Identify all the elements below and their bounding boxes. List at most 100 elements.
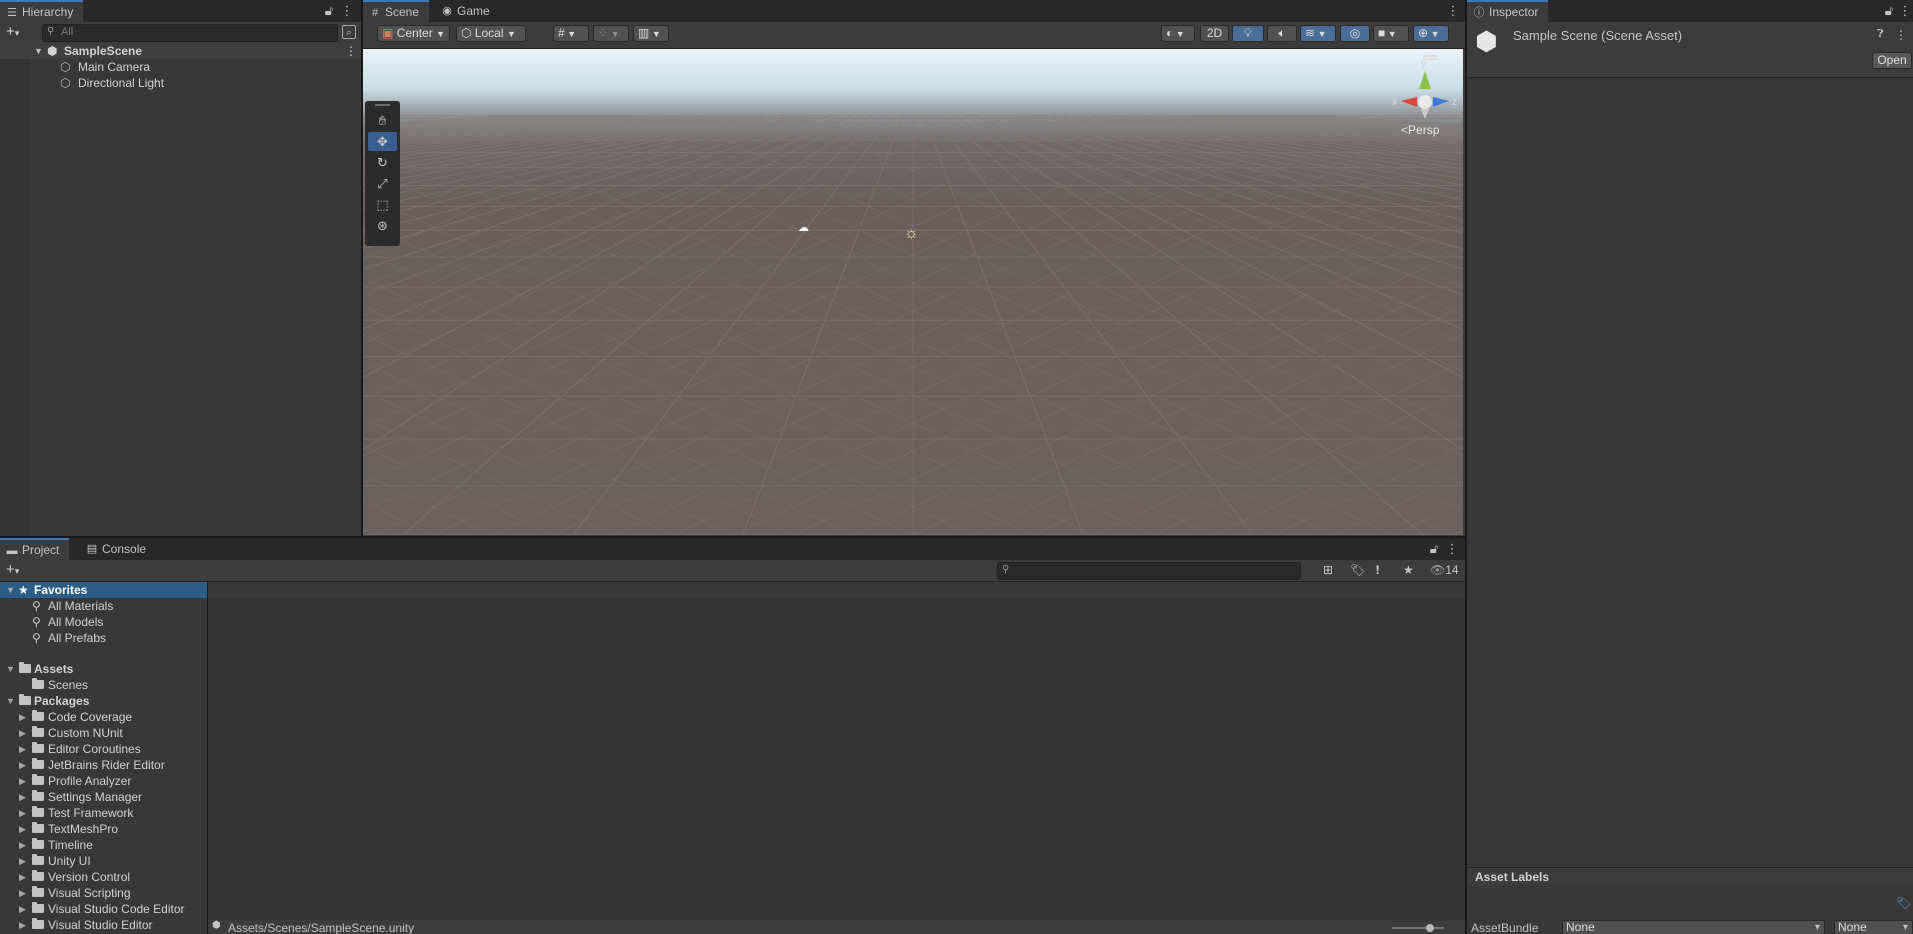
scene-menu-icon[interactable]: ⋮ [345,43,357,59]
expand-arrow-icon[interactable]: ▶ [19,837,26,853]
expand-arrow-icon[interactable]: ▶ [19,821,26,837]
expand-arrow-icon[interactable]: ▶ [19,741,26,757]
favorite-star-icon[interactable]: ★ [1403,563,1414,577]
add-dropdown-button[interactable]: +▾ [6,562,19,579]
expand-arrow-icon[interactable]: ▶ [19,757,26,773]
hierarchy-item[interactable]: ⬡ Directional Light [0,75,361,91]
increment-snap-button[interactable]: ▥ ▼ [633,25,669,42]
package-folder[interactable]: ▶ Unity UI [0,853,207,869]
package-folder[interactable]: ▶ Settings Manager [0,789,207,805]
label-tag-icon[interactable]: 🏷︎ [1896,896,1911,910]
expand-arrow-icon[interactable]: ▶ [19,901,26,917]
tab-game[interactable]: ◉ Game [435,0,500,22]
overlay-handle[interactable] [375,104,390,106]
tab-project[interactable]: ▬ Project [0,538,70,560]
settings-menu-icon[interactable]: ⋮ [1895,28,1907,42]
expand-arrow-icon[interactable]: ▶ [19,709,26,725]
scene-row[interactable]: ▼ ⬢ SampleScene ⋮ [0,43,361,59]
tab-hierarchy[interactable]: ☰ Hierarchy [0,0,84,22]
draw-mode-dropdown[interactable]: ◐ ▼ [1161,25,1195,42]
scale-tool-button[interactable]: ⤢ [368,174,397,193]
rotate-tool-button[interactable]: ↻ [368,153,397,172]
zoom-slider[interactable] [1392,924,1444,932]
effects-dropdown[interactable]: ≋ ▼ [1300,25,1336,42]
rect-tool-button[interactable]: ⬚ [368,195,397,214]
lock-icon[interactable]: 🔓︎ [322,3,336,19]
expand-arrow-icon[interactable]: ▼ [34,43,43,59]
log-type-icon[interactable]: ❗︎ [1376,563,1379,578]
transform-tool-button[interactable]: ⊛ [368,216,397,235]
expand-arrow-icon[interactable]: ▶ [19,853,26,869]
package-folder[interactable]: ▶ Version Control [0,869,207,885]
camera-settings-dropdown[interactable]: ■ ▼ [1373,25,1409,42]
space-local-dropdown[interactable]: ⬡ Local ▼ [456,25,526,42]
package-folder[interactable]: ▶ Visual Studio Code Editor [0,901,207,917]
open-button[interactable]: Open [1872,52,1912,69]
toggle-2d-button[interactable]: 2D [1200,25,1229,42]
tab-scene[interactable]: # Scene [363,0,430,22]
more-menu-icon[interactable]: ⋮ [1898,3,1912,19]
package-folder[interactable]: ▶ JetBrains Rider Editor [0,757,207,773]
tab-console[interactable]: ▤ Console [80,538,156,560]
pivot-center-dropdown[interactable]: ▣ Center ▼ [377,25,450,42]
package-folder[interactable]: ▶ Test Framework [0,805,207,821]
project-content-area[interactable] [208,598,1465,920]
hand-tool-button[interactable]: ✋︎ [368,111,397,130]
directional-light-gizmo-icon[interactable]: ☼ [904,225,919,243]
favorites-row[interactable]: ▼ ★ Favorites [0,582,207,598]
package-folder[interactable]: ▶ Profile Analyzer [0,773,207,789]
expand-arrow-icon[interactable]: ▶ [19,917,26,933]
hierarchy-item[interactable]: ⬡ Main Camera [0,59,361,75]
more-menu-icon[interactable]: ⋮ [340,3,354,19]
lighting-toggle-button[interactable]: 💡︎ [1232,25,1264,42]
hidden-packages-toggle[interactable]: 👁︎14 [1430,563,1459,577]
package-folder[interactable]: ▶ Editor Coroutines [0,741,207,757]
expand-arrow-icon[interactable]: ▶ [19,869,26,885]
package-folder[interactable]: ▶ Visual Studio Editor [0,917,207,933]
favorite-item[interactable]: ⚲ All Prefabs [0,630,207,646]
more-menu-icon[interactable]: ⋮ [1446,3,1460,19]
lock-icon[interactable]: 🔓︎ [1882,3,1896,19]
favorite-item[interactable]: ⚲ All Models [0,614,207,630]
package-folder[interactable]: ▶ TextMeshPro [0,821,207,837]
expand-arrow-icon[interactable]: ▶ [19,789,26,805]
search-options-icon[interactable]: ⌕ [342,25,356,39]
add-dropdown-button[interactable]: +▾ [6,24,19,41]
expand-arrow-icon[interactable]: ▶ [19,773,26,789]
help-icon[interactable]: ❓︎ [1877,28,1884,41]
expand-arrow-icon[interactable]: ▶ [19,805,26,821]
zoom-slider-thumb[interactable] [1426,924,1434,932]
scene-visibility-button[interactable]: ◎ [1340,25,1370,42]
packages-folder[interactable]: ▼ Packages [0,693,207,709]
assets-subfolder[interactable]: Scenes [0,677,207,693]
more-menu-icon[interactable]: ⋮ [1445,541,1459,557]
scene-viewport[interactable]: ✋︎ ✥ ↻ ⤢ ⬚ ⊛ ☁︎ ☼ y x z <Persp [363,49,1463,535]
expand-arrow-icon[interactable]: ▼ [6,661,15,677]
favorite-item[interactable]: ⚲ All Materials [0,598,207,614]
asset-bundle-dropdown[interactable]: None [1562,920,1825,934]
package-folder[interactable]: ▶ Code Coverage [0,709,207,725]
package-folder[interactable]: ▶ Visual Scripting [0,885,207,901]
assets-folder[interactable]: ▼ Assets [0,661,207,677]
camera-gizmo-icon[interactable]: ☁︎ [798,221,809,234]
expand-arrow-icon[interactable]: ▼ [6,582,15,598]
projection-toggle[interactable]: <Persp [1401,123,1439,137]
search-by-label-icon[interactable]: 🏷︎ [1350,563,1365,577]
package-folder[interactable]: ▶ Timeline [0,837,207,853]
gizmos-dropdown[interactable]: ⊕ ▼ [1413,25,1449,42]
project-search-input[interactable]: ⚲ [997,562,1301,580]
asset-bundle-variant-dropdown[interactable]: None [1834,920,1913,934]
scene-orientation-gizmo[interactable]: y x z <Persp [1363,51,1459,141]
grid-snapping-button[interactable]: ⁘ ▼ [593,25,629,42]
expand-arrow-icon[interactable]: ▶ [19,725,26,741]
expand-arrow-icon[interactable]: ▼ [6,693,15,709]
tab-inspector[interactable]: ⓘ Inspector [1467,0,1549,22]
grid-visibility-button[interactable]: # ▼ [553,25,589,42]
lock-icon[interactable]: 🔓︎ [1427,541,1441,557]
audio-toggle-button[interactable]: 🔈︎ [1267,25,1297,42]
hierarchy-search-input[interactable]: ⚲ All [42,24,338,42]
search-by-type-icon[interactable]: ⊞ [1323,563,1333,577]
move-tool-button[interactable]: ✥ [368,132,397,151]
expand-arrow-icon[interactable]: ▶ [19,885,26,901]
package-folder[interactable]: ▶ Custom NUnit [0,725,207,741]
